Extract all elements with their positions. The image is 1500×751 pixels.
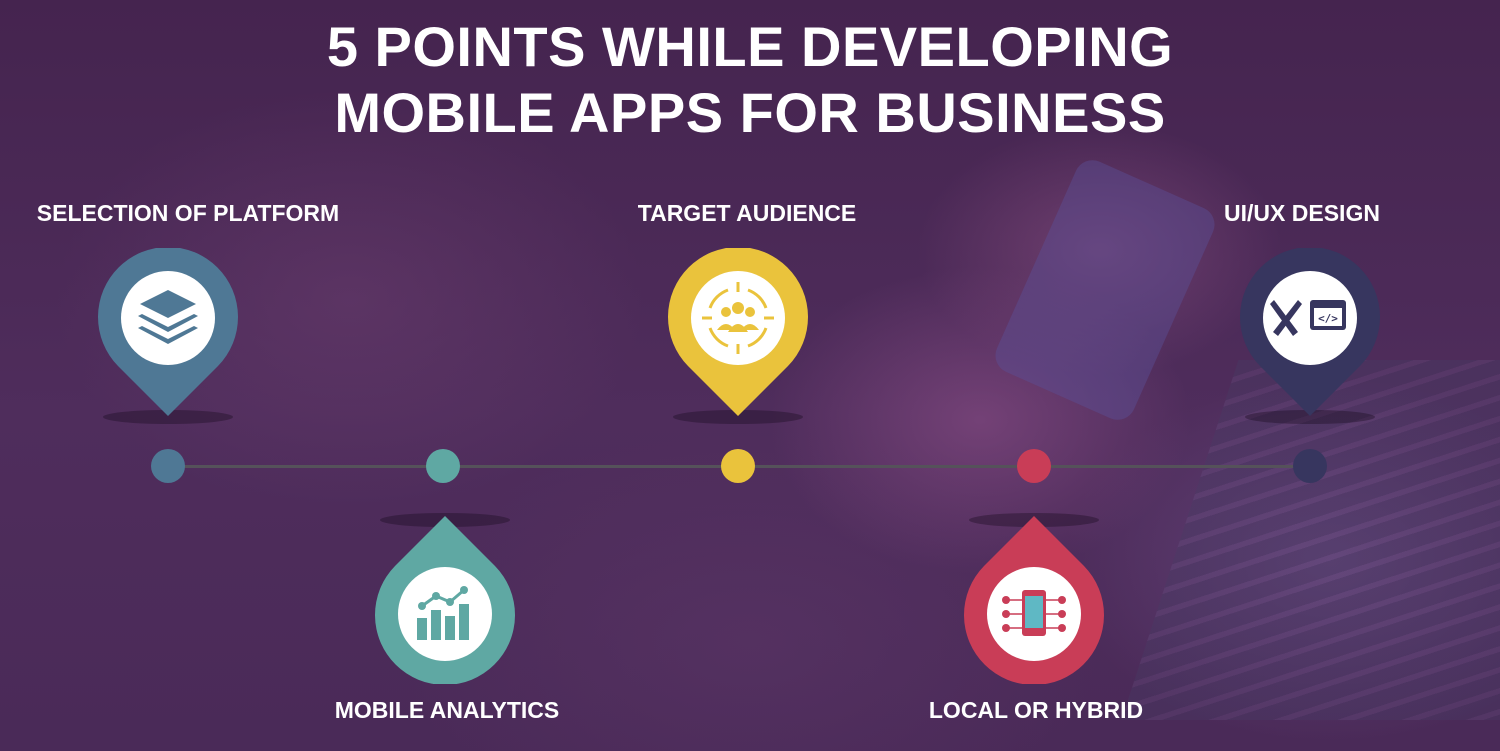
marker-local-or-hybrid <box>964 516 1104 684</box>
label-local-or-hybrid: LOCAL OR HYBRID <box>928 697 1144 723</box>
label-selection-of-platform: SELECTION OF PLATFORM <box>36 200 340 226</box>
label-ui-ux-design: UI/UX DESIGN <box>1224 200 1380 226</box>
marker-ui-ux-design: </> <box>1240 248 1380 416</box>
timeline-dot-1 <box>151 449 185 483</box>
timeline-dot-2 <box>426 449 460 483</box>
timeline-dot-3 <box>721 449 755 483</box>
label-mobile-analytics: MOBILE ANALYTICS <box>334 697 560 723</box>
svg-text:</>: </> <box>1318 312 1338 325</box>
timeline-dot-4 <box>1017 449 1051 483</box>
label-target-audience: TARGET AUDIENCE <box>637 200 857 226</box>
timeline-dot-5 <box>1293 449 1327 483</box>
page-title: 5 POINTS WHILE DEVELOPING MOBILE APPS FO… <box>0 14 1500 146</box>
marker-mobile-analytics <box>375 516 515 684</box>
title-line-2: MOBILE APPS FOR BUSINESS <box>334 81 1166 144</box>
marker-target-audience <box>668 248 808 416</box>
title-line-1: 5 POINTS WHILE DEVELOPING <box>326 15 1174 78</box>
marker-selection-of-platform <box>98 248 238 416</box>
